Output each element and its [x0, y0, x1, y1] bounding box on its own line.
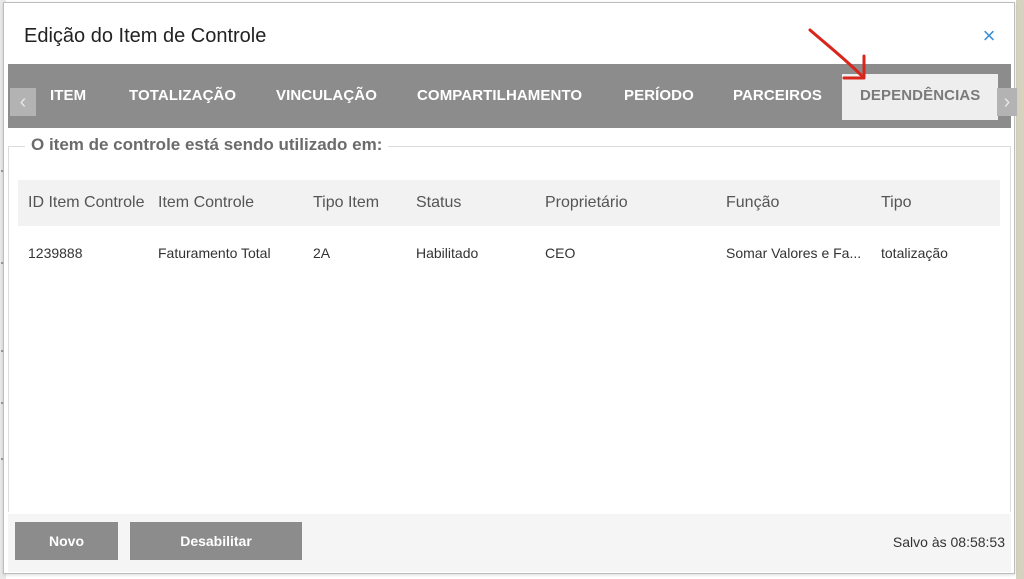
- cell-tipo: totalização: [881, 245, 948, 261]
- tab-totalizacao[interactable]: TOTALIZAÇÃO: [111, 74, 254, 118]
- cell-proprietario: CEO: [545, 245, 576, 261]
- section-legend: O item de controle está sendo utilizado …: [25, 135, 389, 155]
- tab-vinculacao[interactable]: VINCULAÇÃO: [258, 74, 395, 118]
- dialog-title: Edição do Item de Controle: [24, 25, 267, 47]
- table-row[interactable]: 1239888 Faturamento Total 2A Habilitado …: [18, 226, 1000, 280]
- tab-item[interactable]: ITEM: [32, 74, 104, 118]
- dialog-footer: Novo Desabilitar Salvo às 08:58:53: [8, 514, 1011, 572]
- cell-status: Habilitado: [416, 245, 479, 261]
- dependencies-table: ID Item Controle Item Controle Tipo Item…: [18, 180, 1000, 280]
- cell-item-controle: Faturamento Total: [158, 245, 271, 261]
- column-header[interactable]: Status: [406, 180, 535, 226]
- table-header-row: ID Item Controle Item Controle Tipo Item…: [18, 180, 1000, 226]
- close-icon[interactable]: ×: [978, 25, 1000, 47]
- desabilitar-button[interactable]: Desabilitar: [130, 522, 302, 560]
- annotation-arrow-icon: [808, 28, 866, 80]
- saved-status: Salvo às 08:58:53: [892, 534, 1005, 550]
- backdrop-right: [1016, 0, 1024, 579]
- chevron-right-icon[interactable]: ›: [997, 88, 1017, 116]
- novo-button[interactable]: Novo: [15, 522, 118, 560]
- column-header[interactable]: Tipo: [871, 180, 1000, 226]
- tab-periodo[interactable]: PERÍODO: [606, 74, 712, 118]
- cell-funcao: Somar Valores e Fa...: [726, 245, 862, 261]
- column-header[interactable]: ID Item Controle: [18, 180, 148, 226]
- cell-id: 1239888: [28, 245, 83, 261]
- column-header[interactable]: Tipo Item: [303, 180, 406, 226]
- column-header[interactable]: Função: [716, 180, 871, 226]
- column-header[interactable]: Proprietário: [535, 180, 716, 226]
- column-header[interactable]: Item Controle: [148, 180, 303, 226]
- tab-compartilhamento[interactable]: COMPARTILHAMENTO: [399, 74, 600, 118]
- cell-tipo-item: 2A: [313, 245, 331, 261]
